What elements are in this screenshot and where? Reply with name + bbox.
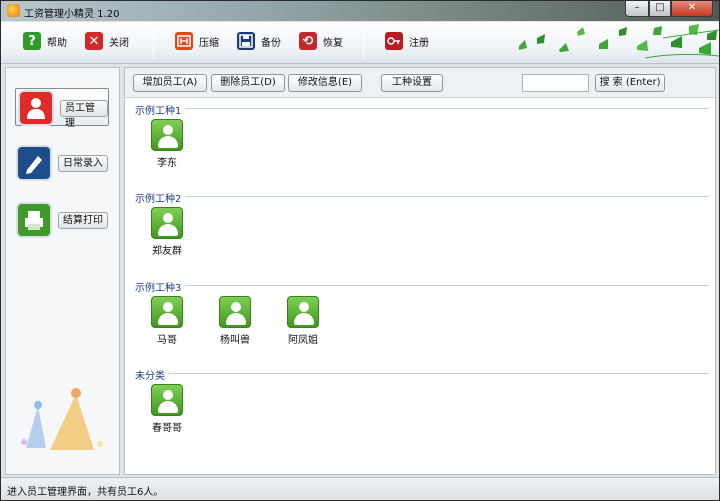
backup-button[interactable]: 备份 [237,32,281,50]
category-divider [135,373,709,374]
employee-icon [151,384,183,416]
window-title: 工资管理小精灵 1.20 [24,9,120,20]
app-window: 工资管理小精灵 1.20 – □ ✕ ? 帮助 ✕ 关闭 压缩 备份 ⟲ 恢复 … [0,0,720,501]
employee-name: 阿凤姐 [288,335,318,346]
employee-name: 李东 [157,158,177,169]
employee-name: 马哥 [157,335,177,346]
employee-item[interactable]: 郑友群 [142,207,192,257]
toolbar-separator [363,28,364,60]
toolbar-group-register: 注册 [385,32,447,50]
status-text: 进入员工管理界面，共有员工6人。 [7,487,164,498]
register-label: 注册 [409,37,429,49]
employee-item[interactable]: 阿凤姐 [278,296,328,346]
restore-label: 恢复 [323,37,343,49]
delete-employee-button[interactable]: 删除员工(D) [211,74,285,92]
employee-icon [287,296,319,328]
employee-icon [219,296,251,328]
sidebar-item-label: 员工管理 [60,100,108,129]
printer-icon [18,204,50,236]
maximize-button[interactable]: □ [649,1,671,17]
close-label: 关闭 [109,37,129,49]
title-bar[interactable]: 工资管理小精灵 1.20 – □ ✕ [1,1,719,21]
employee-item[interactable]: 马哥 [142,296,192,346]
backup-label: 备份 [261,37,281,49]
app-icon [7,4,20,17]
help-label: 帮助 [47,37,67,49]
category-divider [135,285,709,286]
employee-manage-icon [20,92,52,124]
edit-info-button[interactable]: 修改信息(E) [288,74,362,92]
sidebar-item-label: 结算打印 [58,212,108,229]
employee-name: 春哥哥 [152,423,182,434]
status-bar: 进入员工管理界面，共有员工6人。 [1,477,719,500]
key-icon [385,32,403,50]
category-section: 未分类 春哥哥 [135,367,709,434]
category-title: 未分类 [135,367,169,382]
employee-icon [151,296,183,328]
close-window-button[interactable]: ✕ [671,1,713,17]
sidebar-item-settlement-print[interactable]: 结算打印 [14,201,108,239]
toolbar-separator [153,28,154,60]
category-header: 示例工种2 [135,190,709,205]
sidebar-item-label: 日常录入 [58,155,108,172]
leaves-decoration [449,22,719,64]
category-header: 示例工种3 [135,279,709,294]
question-icon: ? [23,32,41,50]
sidebar: 员工管理 日常录入 结算打印 [5,67,120,475]
category-header: 示例工种1 [135,102,709,117]
employee-item[interactable]: 李东 [142,119,192,169]
category-title: 示例工种2 [135,190,186,205]
action-bar: 增加员工(A) 删除员工(D) 修改信息(E) 工种设置 搜 索 (Enter) [125,68,715,98]
toolbar: ? 帮助 ✕ 关闭 压缩 备份 ⟲ 恢复 注册 [1,22,719,64]
search-input[interactable] [522,74,589,92]
toolbar-group-general: ? 帮助 ✕ 关闭 [23,32,147,50]
category-divider [135,108,709,109]
employee-icon [151,119,183,151]
minimize-button[interactable]: – [625,1,649,17]
employee-icon [151,207,183,239]
category-section: 示例工种1 李东 [135,102,709,169]
floppy-disk-icon [237,32,255,50]
compress-label: 压缩 [199,37,219,49]
category-section: 示例工种3 马哥 杨叫兽 阿凤姐 [135,279,709,346]
search-button[interactable]: 搜 索 (Enter) [595,74,665,92]
restore-arrows-icon: ⟲ [299,32,317,50]
help-button[interactable]: ? 帮助 [23,32,67,50]
employee-name: 杨叫兽 [220,335,250,346]
sidebar-item-daily-entry[interactable]: 日常录入 [14,144,108,182]
job-settings-button[interactable]: 工种设置 [381,74,443,92]
employee-name: 郑友群 [152,246,182,257]
party-hats-decoration [16,384,111,454]
category-section: 示例工种2 郑友群 [135,190,709,257]
compress-button[interactable]: 压缩 [175,32,219,50]
category-title: 示例工种1 [135,102,186,117]
employee-item[interactable]: 杨叫兽 [210,296,260,346]
main-panel: 增加员工(A) 删除员工(D) 修改信息(E) 工种设置 搜 索 (Enter)… [124,67,716,475]
sidebar-item-employee-manage[interactable]: 员工管理 [15,88,109,129]
category-title: 示例工种3 [135,279,186,294]
toolbar-group-data: 压缩 备份 ⟲ 恢复 [175,32,361,50]
employee-item[interactable]: 春哥哥 [142,384,192,434]
category-header: 未分类 [135,367,709,382]
close-button[interactable]: ✕ 关闭 [85,32,129,50]
window-controls: – □ ✕ [625,1,713,19]
pencil-entry-icon [18,147,50,179]
restore-button[interactable]: ⟲ 恢复 [299,32,343,50]
add-employee-button[interactable]: 增加员工(A) [133,74,207,92]
compress-icon [175,32,193,50]
close-x-icon: ✕ [85,32,103,50]
register-button[interactable]: 注册 [385,32,429,50]
category-divider [135,196,709,197]
